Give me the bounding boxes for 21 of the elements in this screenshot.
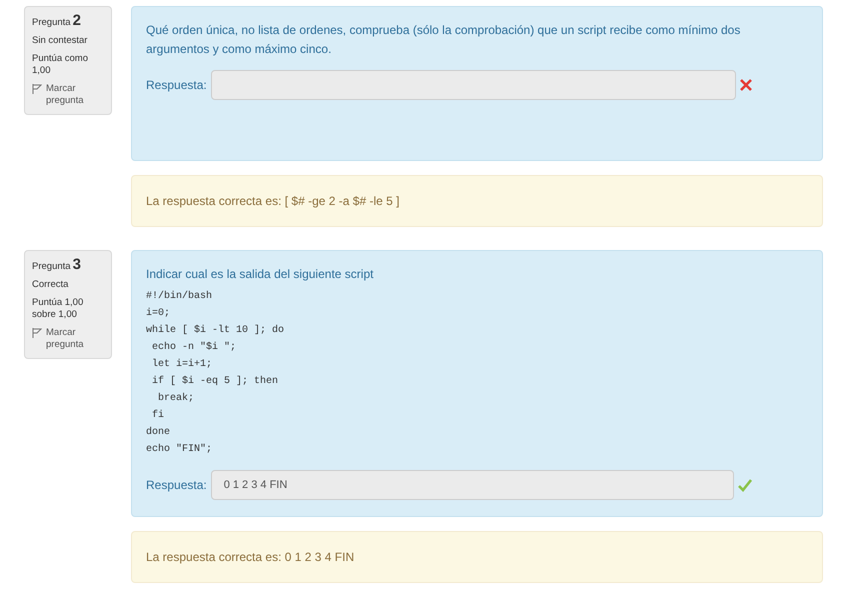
question-text: Indicar cual es la salida del siguiente script [146,266,374,283]
question-text: Qué orden única, no lista de ordenes, comprueba (sólo la comprobación) que un script recibe como mínimo dos argumentos y como máximo cinco. [146,22,742,58]
correct-answer-text: La respuesta correcta es: [ $# -ge 2 -a $# -le 5 ] [146,193,400,210]
question-status: Correcta [32,279,70,291]
answer-label: Respuesta: [146,77,207,94]
flag-icon [32,328,42,338]
question-label: Pregunta [32,261,71,273]
answer-field[interactable]: 0 1 2 3 4 FIN [210,470,734,500]
question-number: 3 [72,258,81,272]
answer-label: Respuesta: [146,477,207,494]
flag-question-link[interactable]: Marcar pregunta [46,83,104,107]
question-number: 2 [72,14,81,28]
answer-field[interactable] [210,70,736,100]
question-grade: Puntúa 1,00 sobre 1,00 [32,297,84,321]
question-grade: Puntúa como 1,00 [32,53,89,77]
code-text: #!/bin/bash i=0; while [ $i -lt 10 ]; do echo -n "$i "; let i=i+1; if [ $i -eq 5 ]; then break; fi done echo "FIN"; [146,290,286,457]
question-status: Sin contestar [32,35,88,47]
question-label: Pregunta [32,17,71,29]
flag-question-link[interactable]: Marcar pregunta [46,327,104,351]
correct-answer-text: La respuesta correcta es: 0 1 2 3 4 FIN [146,549,356,566]
flag-icon [32,84,42,94]
